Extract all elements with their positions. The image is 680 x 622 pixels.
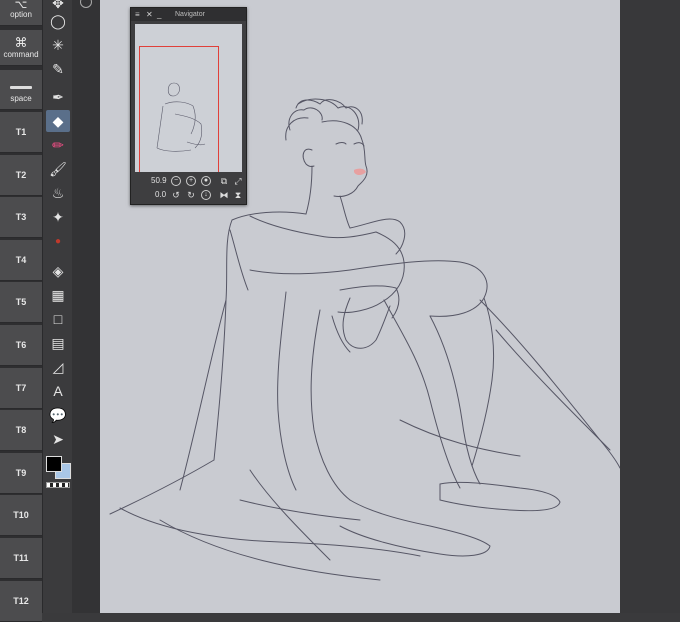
command-key[interactable]: ⌘ command: [0, 30, 42, 66]
shortcut-key-label: T9: [15, 467, 27, 478]
operation-icon: ➤: [52, 430, 64, 447]
tool-gradient[interactable]: ▦: [46, 284, 70, 306]
shortcut-key-t4[interactable]: T4: [0, 239, 42, 281]
tool-balloon[interactable]: 💬: [46, 404, 70, 426]
transparent-color-swatch[interactable]: [46, 482, 70, 488]
reset-rotation-icon[interactable]: ↓: [201, 190, 211, 200]
zoom-out-icon[interactable]: −: [171, 176, 181, 186]
lasso-icon: ◯: [50, 12, 66, 29]
shortcut-key-label: T12: [13, 595, 29, 606]
tool-figure[interactable]: □: [46, 308, 70, 330]
rotate-left-icon[interactable]: ↺: [171, 190, 181, 200]
secondary-strip: [72, 0, 100, 613]
shortcut-key-t2[interactable]: T2: [0, 154, 42, 196]
navigator-titlebar[interactable]: ≡ ✕ _ Navigator: [131, 8, 246, 21]
eraser-icon: ◆: [52, 112, 64, 129]
actual-size-icon[interactable]: ●: [201, 176, 211, 186]
rotate-row: 0.0 ↺ ↻ ↓ ⧓ ⧗: [135, 188, 242, 202]
navigator-palette[interactable]: ≡ ✕ _ Navigator 50.9 − + ● ⧉ ⤢ 0.0 ↺ ↻ ↓…: [130, 7, 247, 205]
zoom-value: 50.9: [151, 176, 167, 185]
tool-lasso[interactable]: ◯: [46, 10, 70, 32]
tool-operation[interactable]: ➤: [46, 428, 70, 450]
rotation-value: 0.0: [155, 190, 167, 199]
menu-icon[interactable]: ≡: [135, 8, 140, 21]
shortcut-key-t12[interactable]: T12: [0, 580, 42, 622]
blend-icon: ●: [54, 235, 62, 247]
close-icon[interactable]: ✕: [146, 8, 153, 21]
shortcut-key-label: T7: [15, 382, 27, 393]
decoration-icon: ✦: [52, 208, 64, 225]
ruler-icon: ◿: [52, 358, 64, 375]
tool-fill[interactable]: ◈: [46, 260, 70, 282]
shortcut-key-t3[interactable]: T3: [0, 197, 42, 239]
flip-vertical-icon[interactable]: ⧗: [233, 190, 243, 200]
navigator-preview[interactable]: [135, 24, 242, 172]
fill-icon: ◈: [52, 262, 64, 279]
tool-text[interactable]: A: [46, 380, 70, 402]
pencil-icon: ✏: [52, 136, 64, 153]
shortcut-key-label: T3: [15, 212, 27, 223]
tool-frame[interactable]: ▤: [46, 332, 70, 354]
shortcut-key-label: T6: [15, 340, 27, 350]
space-bar-icon: [0, 80, 42, 90]
navigator-view-rectangle[interactable]: [139, 46, 219, 172]
tool-airbrush[interactable]: ♨: [46, 182, 70, 204]
shortcut-key-t9[interactable]: T9: [0, 452, 42, 494]
gradient-icon: ▦: [51, 286, 65, 303]
shortcut-key-t6[interactable]: T6: [0, 325, 42, 366]
shortcut-key-t1[interactable]: T1: [0, 112, 42, 153]
tool-pen[interactable]: ✒: [46, 86, 70, 108]
space-label: space: [10, 94, 32, 103]
shortcut-key-t5[interactable]: T5: [0, 282, 42, 324]
shortcut-key-t8[interactable]: T8: [0, 410, 42, 452]
shortcut-key-t7[interactable]: T7: [0, 367, 42, 409]
fit-view-icon[interactable]: ⧉: [219, 176, 229, 186]
shortcut-key-label: T10: [13, 510, 29, 521]
magic-wand-icon: ✳: [52, 36, 64, 53]
command-label: command: [3, 50, 39, 59]
space-key[interactable]: space: [0, 70, 42, 110]
balloon-icon: 💬: [49, 406, 67, 423]
modifier-key-panel: ⌥ option ⌘ command space T1 T2 T3 T4 T5 T6 T7 T…: [0, 0, 42, 622]
frame-icon: ▤: [51, 334, 65, 351]
zoom-row: 50.9 − + ● ⧉ ⤢: [135, 174, 242, 188]
flip-horizontal-icon[interactable]: ⧓: [219, 190, 229, 200]
shortcut-key-t10[interactable]: T10: [0, 495, 42, 537]
pen-icon: ✒: [52, 88, 64, 105]
minimize-icon[interactable]: _: [157, 8, 161, 21]
tool-ruler[interactable]: ◿: [46, 356, 70, 378]
brush-icon: 🖌: [49, 160, 67, 177]
zoom-in-icon[interactable]: +: [186, 176, 196, 186]
fit-navigator-icon[interactable]: ⤢: [233, 176, 243, 186]
option-label: option: [10, 10, 32, 19]
tool-decoration[interactable]: ✦: [46, 206, 70, 228]
shortcut-key-label: T5: [15, 297, 27, 308]
tool-eyedropper[interactable]: ✎: [46, 58, 70, 80]
tool-palette: ✥ ◯ ✳ ✎ ✒ ◆ ✏ 🖌 ♨ ✦ ● ◈ ▦ □ ▤ ◿ A 💬 ➤: [42, 0, 73, 613]
navigator-title: Navigator: [175, 11, 205, 18]
shortcut-key-label: T2: [15, 169, 27, 180]
figure-icon: □: [53, 311, 63, 327]
tool-brush[interactable]: 🖌: [46, 158, 70, 180]
text-icon: A: [53, 383, 63, 399]
settings-icon[interactable]: [80, 0, 92, 8]
shortcut-key-label: T1: [15, 127, 27, 137]
tool-eraser[interactable]: ◆: [46, 110, 70, 132]
option-icon: ⌥: [14, 0, 28, 11]
shortcut-key-label: T8: [15, 425, 27, 436]
airbrush-icon: ♨: [51, 184, 65, 201]
option-key[interactable]: ⌥ option: [0, 0, 42, 26]
shortcut-key-t11[interactable]: T11: [0, 538, 42, 579]
shortcut-key-label: T11: [13, 553, 29, 563]
tool-blend[interactable]: ●: [46, 230, 70, 252]
tool-magic-wand[interactable]: ✳: [46, 34, 70, 56]
command-icon: ⌘: [14, 35, 28, 50]
rotate-right-icon[interactable]: ↻: [186, 190, 196, 200]
shortcut-key-label: T4: [15, 254, 27, 265]
main-color-swatch[interactable]: [46, 456, 62, 472]
eyedropper-icon: ✎: [52, 60, 64, 77]
tool-pencil[interactable]: ✏: [46, 134, 70, 156]
right-margin: [620, 0, 680, 613]
